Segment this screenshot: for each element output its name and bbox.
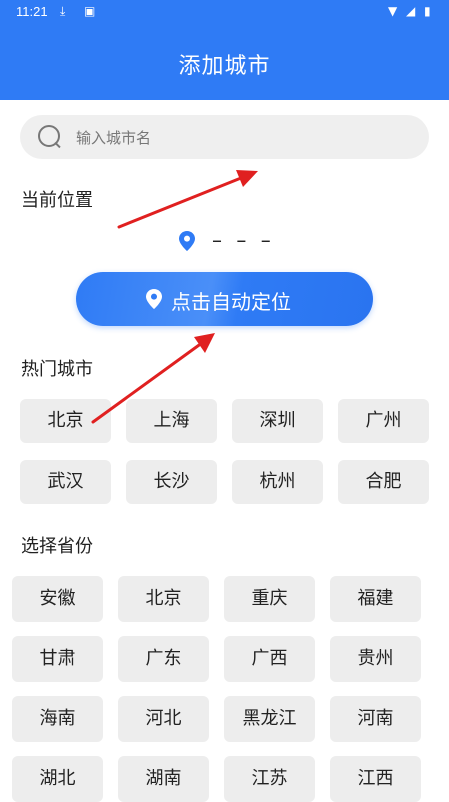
search-bar[interactable] [20, 115, 429, 161]
hot-city-chip[interactable]: 北京 [20, 399, 111, 443]
status-bar: 11:21 ⤓ ▣ ▼ ◢ ▮ [0, 0, 449, 26]
signal-icon: ◢ [406, 4, 416, 18]
hot-city-chip[interactable]: 武汉 [20, 460, 111, 504]
status-time: 11:21 [16, 4, 48, 19]
hot-city-chip[interactable]: 上海 [126, 399, 217, 443]
hot-cities-label: 热门城市 [21, 359, 93, 380]
battery-icon: ▮ [424, 4, 431, 18]
current-location-row: – – – [0, 228, 449, 256]
search-input[interactable] [74, 115, 418, 161]
province-chip[interactable]: 安徽 [12, 576, 103, 622]
page-title: 添加城市 [178, 54, 271, 79]
province-chip[interactable]: 广东 [118, 636, 209, 682]
annotation-arrow [117, 170, 258, 229]
auto-locate-label: 点击自动定位 [171, 290, 291, 314]
province-chip[interactable]: 福建 [330, 576, 421, 622]
province-chip[interactable]: 江苏 [224, 756, 315, 802]
hot-city-chip[interactable]: 长沙 [126, 460, 217, 504]
province-chip[interactable]: 北京 [118, 576, 209, 622]
download-icon: ⤓ [60, 4, 66, 18]
wifi-icon: ▼ [388, 4, 398, 18]
current-location-label: 当前位置 [21, 190, 93, 211]
province-chip[interactable]: 黑龙江 [224, 696, 315, 742]
province-chip[interactable]: 湖北 [12, 756, 103, 802]
province-chip[interactable]: 甘肃 [12, 636, 103, 682]
province-chip[interactable]: 广西 [224, 636, 315, 682]
location-pin-icon [146, 289, 162, 309]
province-chip[interactable]: 重庆 [224, 576, 315, 622]
auto-locate-button[interactable]: 点击自动定位 [76, 272, 373, 326]
hot-city-chip[interactable]: 深圳 [232, 399, 323, 443]
province-chip[interactable]: 河北 [118, 696, 209, 742]
province-chip[interactable]: 河南 [330, 696, 421, 742]
app-header: 11:21 ⤓ ▣ ▼ ◢ ▮ 添加城市 [0, 0, 449, 100]
hot-city-chip[interactable]: 合肥 [338, 460, 429, 504]
province-chip[interactable]: 贵州 [330, 636, 421, 682]
hot-city-chip[interactable]: 广州 [338, 399, 429, 443]
current-location-value: – – – [212, 228, 275, 252]
province-chip[interactable]: 江西 [330, 756, 421, 802]
province-chip[interactable]: 湖南 [118, 756, 209, 802]
province-chip[interactable]: 海南 [12, 696, 103, 742]
hot-city-chip[interactable]: 杭州 [232, 460, 323, 504]
search-icon [38, 125, 60, 147]
location-pin-icon [179, 231, 195, 251]
notification-icon: ▣ [84, 4, 96, 18]
select-province-label: 选择省份 [21, 536, 93, 557]
